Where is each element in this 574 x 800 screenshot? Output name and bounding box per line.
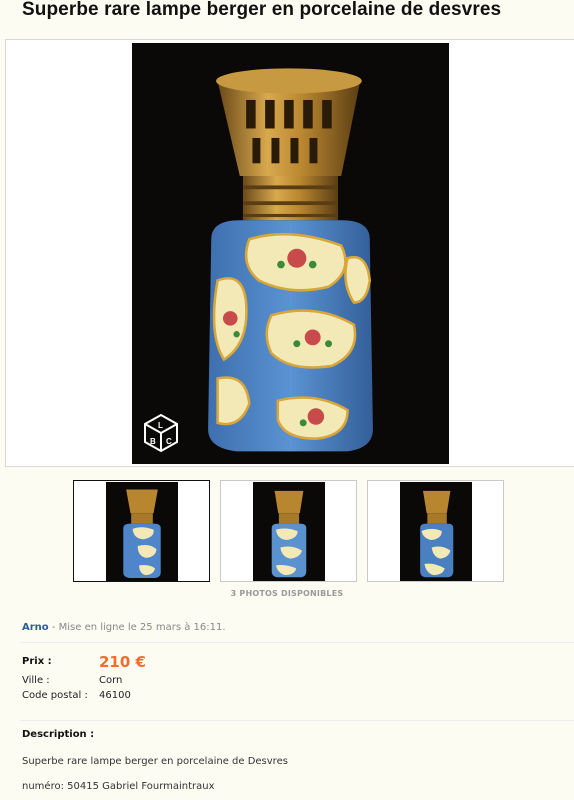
postal-code-value: 46100 bbox=[99, 690, 131, 701]
lbc-cube-logo-icon: L B C bbox=[144, 413, 178, 453]
lamp-image bbox=[132, 43, 449, 464]
thumbnail-image bbox=[253, 482, 325, 581]
divider bbox=[20, 642, 574, 643]
logo-letter-b: B bbox=[150, 437, 156, 446]
thumbnail-1[interactable] bbox=[73, 480, 210, 582]
thumbnail-3[interactable] bbox=[367, 480, 504, 582]
thumbnail-2[interactable] bbox=[220, 480, 357, 582]
price-value: 210 € bbox=[99, 653, 146, 671]
logo-letter-l: L bbox=[158, 421, 163, 430]
logo-letter-c: C bbox=[166, 437, 172, 446]
city-value: Corn bbox=[99, 675, 123, 686]
description-title: Description : bbox=[22, 729, 95, 740]
description-line: Superbe rare lampe berger en porcelaine … bbox=[22, 756, 288, 767]
thumbnail-image bbox=[106, 482, 178, 581]
seller-line: Arno - Mise en ligne le 25 mars à 16:11. bbox=[22, 622, 226, 633]
postal-code-label: Code postal : bbox=[22, 690, 88, 701]
ad-title: Superbe rare lampe berger en porcelaine … bbox=[22, 0, 502, 20]
price-label: Prix : bbox=[22, 656, 52, 667]
seller-name-link[interactable]: Arno bbox=[22, 622, 49, 633]
divider bbox=[20, 720, 574, 721]
posted-date: - Mise en ligne le 25 mars à 16:11. bbox=[48, 622, 226, 633]
description-line: numéro: 50415 Gabriel Fourmaintraux bbox=[22, 781, 215, 792]
main-photo[interactable]: L B C bbox=[132, 43, 449, 464]
photos-count-label: 3 PHOTOS DISPONIBLES bbox=[230, 589, 344, 598]
thumbnail-image bbox=[400, 482, 472, 581]
city-label: Ville : bbox=[22, 675, 50, 686]
